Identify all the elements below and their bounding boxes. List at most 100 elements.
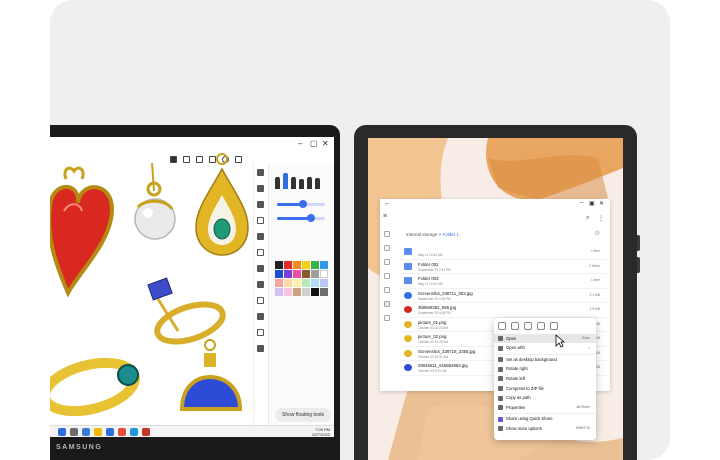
store-icon[interactable] (106, 428, 114, 436)
lasso-tool-icon[interactable] (257, 217, 264, 224)
share-icon[interactable] (537, 322, 545, 330)
color-swatch[interactable] (275, 261, 283, 269)
context-menu-item[interactable]: Share using Quick Share (494, 415, 596, 424)
more-options-icon[interactable]: ⋮ (598, 215, 604, 222)
color-swatch[interactable] (275, 270, 283, 278)
color-swatch[interactable] (320, 279, 328, 287)
pen-opacity-slider[interactable] (277, 214, 325, 222)
context-menu-item[interactable]: Compress to ZIP file (494, 384, 596, 393)
color-palette[interactable] (275, 261, 329, 296)
context-menu-item[interactable]: Rotate left (494, 374, 596, 383)
heart-pendant-drawing (50, 166, 115, 298)
explorer-icon[interactable] (94, 428, 102, 436)
color-swatch[interactable] (284, 279, 292, 287)
start-icon[interactable] (58, 428, 66, 436)
cut-icon[interactable] (498, 322, 506, 330)
context-menu-item[interactable]: Rotate right (494, 365, 596, 374)
storage-icon[interactable] (384, 301, 390, 307)
breadcrumb-root[interactable]: Internal storage (406, 232, 437, 237)
minimize-icon[interactable]: – (580, 200, 583, 206)
taskbar-clock[interactable]: 7:05 PM 2/27/2022 (312, 427, 330, 437)
pen-type-icon[interactable] (299, 179, 304, 189)
file-row[interactable]: 350569352_556.jpg September 09 4:38 PM 1.6… (400, 303, 606, 318)
images-icon[interactable] (384, 245, 390, 251)
back-icon[interactable]: ← (384, 200, 391, 207)
shape-tool-icon[interactable] (257, 233, 264, 240)
color-swatch[interactable] (311, 270, 319, 278)
color-swatch[interactable] (293, 270, 301, 278)
close-icon[interactable]: ✕ (322, 139, 329, 148)
file-row[interactable]: Folder 002 September 09 2:41 PM 2 items (400, 260, 606, 274)
zoom-icon[interactable] (257, 329, 264, 336)
breadcrumb-current[interactable]: Folder 1 (442, 232, 459, 237)
context-menu-item[interactable]: Open Enter (494, 334, 596, 343)
undo-icon[interactable] (257, 265, 264, 272)
color-swatch[interactable] (293, 288, 301, 296)
image-insert-icon[interactable] (257, 297, 264, 304)
color-swatch[interactable] (302, 288, 310, 296)
app-icon[interactable] (142, 428, 150, 436)
color-swatch[interactable] (275, 288, 283, 296)
show-floating-tools-button[interactable]: Show floating tools (275, 408, 331, 422)
context-menu-item[interactable]: Set as desktop background (494, 355, 596, 364)
maximize-icon[interactable]: ▢ (310, 139, 318, 148)
pen-tool-icon[interactable] (257, 169, 264, 176)
file-row[interactable]: Screenshot_238711_003.jpg September 09 4:… (400, 289, 606, 303)
search-icon[interactable]: ⌕ (586, 215, 589, 222)
file-row[interactable]: Folder 003 May 11 10:32 AM 1 item (400, 274, 606, 289)
context-menu-item[interactable]: Show more options Shift+F10 (494, 424, 596, 433)
pen-type-icon[interactable] (275, 177, 280, 189)
fill-icon[interactable] (257, 345, 264, 352)
color-swatch[interactable] (311, 279, 319, 287)
color-swatch[interactable] (302, 270, 310, 278)
documents-icon[interactable] (384, 287, 390, 293)
file-row[interactable]: May 11 10:32 AM 1 item (400, 245, 606, 260)
color-swatch[interactable] (284, 270, 292, 278)
context-menu-item[interactable]: Properties Alt+Enter (494, 403, 596, 412)
maximize-icon[interactable]: ▣ (589, 200, 595, 207)
file-date: October 03 10:31 AM (418, 354, 449, 359)
color-swatch[interactable] (311, 261, 319, 269)
recent-icon[interactable] (384, 231, 390, 237)
pen-type-icon[interactable] (291, 177, 296, 189)
eraser-tool-icon[interactable] (257, 201, 264, 208)
color-swatch[interactable] (284, 288, 292, 296)
app-icon[interactable] (130, 428, 138, 436)
pen-size-slider[interactable] (277, 200, 325, 208)
delete-icon[interactable] (550, 322, 558, 330)
ruler-icon[interactable] (257, 313, 264, 320)
color-swatch[interactable] (320, 270, 328, 278)
color-swatch[interactable] (275, 279, 283, 287)
audio-icon[interactable] (384, 273, 390, 279)
pen-type-icon[interactable] (315, 178, 320, 189)
text-tool-icon[interactable] (257, 249, 264, 256)
notes-app-icon[interactable] (118, 428, 126, 436)
color-swatch[interactable] (284, 261, 292, 269)
close-icon[interactable]: ✕ (599, 200, 604, 207)
favorite-icon[interactable]: ☆ (594, 229, 600, 237)
color-swatch[interactable] (293, 261, 301, 269)
color-swatch[interactable] (320, 288, 328, 296)
color-swatch[interactable] (293, 279, 301, 287)
redo-icon[interactable] (257, 281, 264, 288)
color-swatch[interactable] (311, 288, 319, 296)
pen-type-icon[interactable] (283, 173, 288, 189)
minimize-icon[interactable]: – (298, 139, 302, 148)
context-menu-item[interactable]: Copy as path (494, 394, 596, 403)
pen-type-icon[interactable] (307, 177, 312, 189)
drawing-canvas[interactable] (50, 151, 254, 425)
context-menu-item[interactable]: Open with > (494, 344, 596, 353)
cloud-icon[interactable] (384, 315, 390, 321)
highlighter-tool-icon[interactable] (257, 185, 264, 192)
pen-type-selector[interactable] (275, 171, 331, 189)
menu-icon[interactable]: ≡ (383, 213, 387, 220)
rename-icon[interactable] (524, 322, 532, 330)
copy-icon[interactable] (511, 322, 519, 330)
color-swatch[interactable] (302, 261, 310, 269)
edge-icon[interactable] (82, 428, 90, 436)
menu-item-icon (498, 405, 503, 411)
color-swatch[interactable] (302, 279, 310, 287)
search-icon[interactable] (70, 428, 78, 436)
videos-icon[interactable] (384, 259, 390, 265)
color-swatch[interactable] (320, 261, 328, 269)
